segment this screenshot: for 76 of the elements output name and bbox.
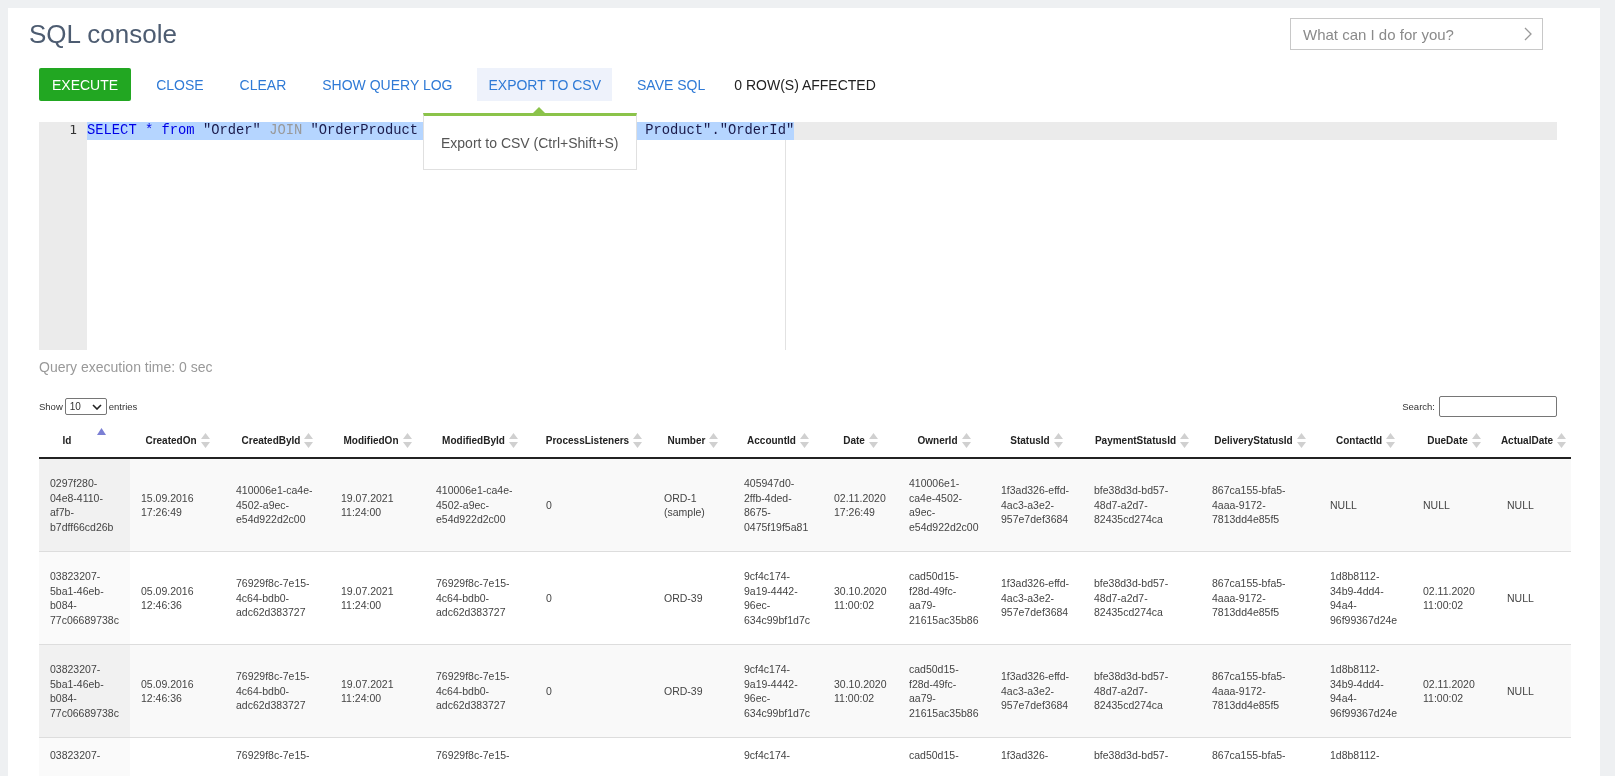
toolbar-button[interactable]: SHOW QUERY LOG xyxy=(311,68,464,101)
table-cell: bfe38d3d-bd57- xyxy=(1094,749,1169,761)
table-cell: cad50d15-f28d-49fc-aa79-21615ac35b86 xyxy=(909,663,979,719)
table-cell: 03823207- xyxy=(50,749,101,761)
table-cell: 19.07.2021 11:24:00 xyxy=(341,584,394,611)
table-cell: ORD-39 xyxy=(664,684,703,697)
table-cell: 1f3ad326-effd-4ac3-a3e2-957e7def3684 xyxy=(1001,577,1070,619)
page-size-select[interactable]: 10 xyxy=(64,398,107,415)
table-cell: 19.07.2021 11:24:00 xyxy=(341,491,394,518)
table-cell: 76929f8c-7e15- xyxy=(236,749,310,761)
table-cell: 9cf4c174- xyxy=(744,749,791,761)
table-cell: ORD-1 (sample) xyxy=(664,491,705,518)
toolbar-button[interactable]: CLOSE xyxy=(145,68,215,101)
table-cell: 867ca155-bfa5- xyxy=(1212,749,1286,761)
table-cell: 867ca155-bfa5-4aaa-9172-7813dd4e85f5 xyxy=(1212,577,1286,619)
toolbar-button[interactable]: EXPORT TO CSV xyxy=(477,68,613,101)
table-cell: cad50d15-f28d-49fc-aa79-21615ac35b86 xyxy=(909,570,979,626)
entries-label: entries xyxy=(108,401,138,412)
table-cell: 03823207-5ba1-46eb-b084-77c06689738c xyxy=(50,663,119,719)
table-cell: NULL xyxy=(1507,498,1534,511)
table-cell: 867ca155-bfa5-4aaa-9172-7813dd4e85f5 xyxy=(1212,670,1286,712)
tooltip: Export to CSV (Ctrl+Shift+S) xyxy=(423,113,637,170)
table-cell: 1d8b8112-34b9-4dd4-94a4-96f99367d24e xyxy=(1330,663,1398,719)
table-cell: 30.10.2020 11:00:02 xyxy=(834,584,887,611)
table-cell: 867ca155-bfa5-4aaa-9172-7813dd4e85f5 xyxy=(1212,484,1286,526)
table-cell: 76929f8c-7e15-4c64-bdb0-adc62d383727 xyxy=(436,577,510,619)
table-cell: 03823207-5ba1-46eb-b084-77c06689738c xyxy=(50,570,119,626)
table-cell: bfe38d3d-bd57-48d7-a2d7-82435cd274ca xyxy=(1094,484,1169,526)
table-cell: 19.07.2021 11:24:00 xyxy=(341,677,394,704)
table-cell: NULL xyxy=(1423,498,1450,511)
search-field[interactable] xyxy=(1439,396,1557,417)
toolbar-button[interactable]: SAVE SQL xyxy=(626,68,717,101)
table-cell: 0297f280-04e8-4110-af7b-b7dff66cd26b xyxy=(50,477,114,533)
table-cell: NULL xyxy=(1507,591,1534,604)
table-cell: 410006e1-ca4e-4502-a9ec-e54d922d2c00 xyxy=(909,477,979,533)
table-cell: 1d8b8112- xyxy=(1330,749,1380,761)
table-cell: 05.09.2016 12:46:36 xyxy=(141,584,194,611)
table-cell: 15.09.2016 17:26:49 xyxy=(141,491,194,518)
table-cell: 405947d0-2ffb-4ded-8675-0475f19f5a81 xyxy=(744,477,809,533)
rows-affected-text: 0 ROW(S) AFFECTED xyxy=(734,76,876,93)
table-cell: 76929f8c-7e15- xyxy=(436,749,510,761)
search-label: Search: xyxy=(1402,401,1435,412)
table-cell: 410006e1-ca4e-4502-a9ec-e54d922d2c00 xyxy=(436,484,513,526)
chevron-right-icon[interactable] xyxy=(1524,27,1532,41)
chevron-down-icon xyxy=(91,403,102,410)
table-cell: 76929f8c-7e15-4c64-bdb0-adc62d383727 xyxy=(436,670,510,712)
table-cell: 1d8b8112-34b9-4dd4-94a4-96f99367d24e xyxy=(1330,570,1398,626)
table-cell: 1f3ad326- xyxy=(1001,749,1049,761)
page-title: SQL console xyxy=(29,18,177,50)
assistant-field[interactable]: What can I do for you? xyxy=(1290,18,1543,50)
table-cell: 410006e1-ca4e-4502-a9ec-e54d922d2c00 xyxy=(236,484,313,526)
toolbar-button[interactable]: CLEAR xyxy=(228,68,298,101)
table-cell: 76929f8c-7e15-4c64-bdb0-adc62d383727 xyxy=(236,670,310,712)
table-cell: 02.11.2020 11:00:02 xyxy=(1423,584,1475,611)
table-cell: NULL xyxy=(1507,684,1534,697)
table-cell: 0 xyxy=(546,498,552,511)
table-cell: NULL xyxy=(1330,498,1357,511)
table-cell: 02.11.2020 11:00:02 xyxy=(1423,677,1475,704)
table-cell: 9cf4c174-9a19-4442-96ec-634c99bf1d7c xyxy=(744,663,810,719)
table-cell: cad50d15- xyxy=(909,749,959,761)
sql-editor[interactable]: 1 SELECT * from "Order" JOIN "OrderProduct Product"."OrderId" Export to CSV (Ctrl+Shift+S) xyxy=(39,122,1557,350)
table-cell: 05.09.2016 12:46:36 xyxy=(141,677,194,704)
table-cell: 30.10.2020 11:00:02 xyxy=(834,677,887,704)
table-cell: ORD-39 xyxy=(664,591,703,604)
table-cell: 1f3ad326-effd-4ac3-a3e2-957e7def3684 xyxy=(1001,670,1070,712)
table-cell: bfe38d3d-bd57-48d7-a2d7-82435cd274ca xyxy=(1094,577,1169,619)
table-cell: 76929f8c-7e15-4c64-bdb0-adc62d383727 xyxy=(236,577,310,619)
line-number: 1 xyxy=(68,122,78,139)
table-cell: bfe38d3d-bd57-48d7-a2d7-82435cd274ca xyxy=(1094,670,1169,712)
table-cell: 1f3ad326-effd-4ac3-a3e2-957e7def3684 xyxy=(1001,484,1070,526)
execution-time-text: Query execution time: 0 sec xyxy=(39,359,214,375)
table-cell: 0 xyxy=(546,684,552,697)
table-cell: 02.11.2020 17:26:49 xyxy=(834,491,886,518)
show-label: Show xyxy=(39,401,63,412)
table-cell: 0 xyxy=(546,591,552,604)
table-cell: 9cf4c174-9a19-4442-96ec-634c99bf1d7c xyxy=(744,570,810,626)
